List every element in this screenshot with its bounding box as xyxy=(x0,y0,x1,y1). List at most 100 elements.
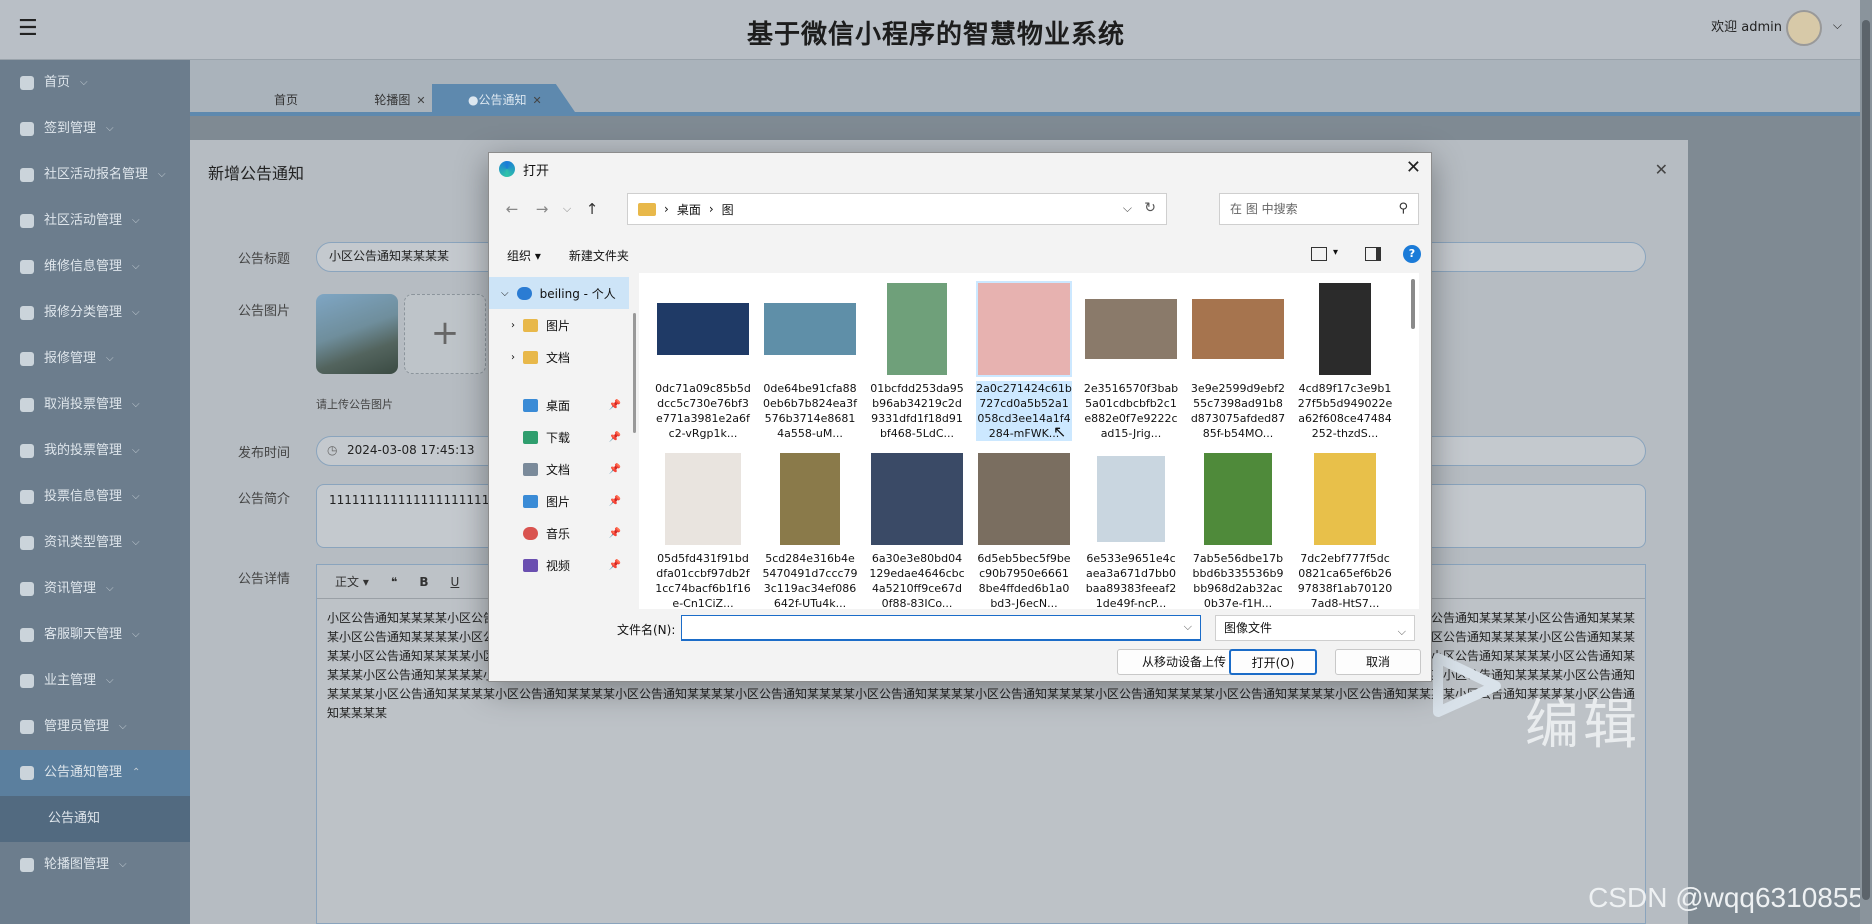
add-image-button[interactable]: + xyxy=(404,294,486,374)
menu-icon xyxy=(20,766,34,780)
sidebar-item-activity-signup[interactable]: 社区活动报名管理 ⌵ xyxy=(0,152,190,198)
pin-icon[interactable]: 📌 xyxy=(609,464,621,475)
file-name-input[interactable]: ⌵ xyxy=(681,615,1201,641)
pin-icon[interactable]: 📌 xyxy=(609,560,621,571)
back-arrow-icon[interactable]: ← xyxy=(497,200,527,218)
sidebar-item-notice[interactable]: 公告通知 xyxy=(0,796,190,842)
chevron-down-icon[interactable]: ⌵ xyxy=(1123,201,1132,216)
avatar[interactable] xyxy=(1786,10,1822,46)
chevron-down-icon: ⌵ xyxy=(119,721,127,732)
view-mode-icon[interactable] xyxy=(1311,247,1327,261)
cancel-button[interactable]: 取消 xyxy=(1335,649,1421,675)
tree-label: 图片 xyxy=(546,318,571,333)
thumbnail-image-box xyxy=(976,451,1072,547)
file-thumbnail[interactable]: 6e533e9651e4caea3a671d7bb0baa89383feeaf2… xyxy=(1083,451,1179,609)
file-thumbnail[interactable]: 2e3516570f3bab5a01cdbcbfb2c1e882e0f7e922… xyxy=(1083,281,1179,441)
uploaded-image[interactable] xyxy=(316,294,398,374)
tab-carousel[interactable]: 轮播图 ✕ xyxy=(360,84,440,116)
breadcrumb-desktop[interactable]: 桌面 xyxy=(677,201,701,218)
search-input[interactable]: 在 图 中搜索 ⚲ xyxy=(1219,193,1419,225)
breadcrumb-folder[interactable]: 图 xyxy=(722,201,734,218)
tab-notice[interactable]: ●公告通知 ✕ xyxy=(432,84,578,116)
dialog-title: 新增公告通知 xyxy=(208,164,305,183)
underline-button[interactable]: U xyxy=(450,575,459,589)
file-thumbnail[interactable]: 7dc2ebf777f5dc0821ca65ef6b2697838f1ab701… xyxy=(1297,451,1393,609)
file-thumbnail[interactable]: 2a0c271424c61b727cd0a5b52a1058cd3ee14a1f… xyxy=(976,281,1072,441)
preview-pane-icon[interactable] xyxy=(1365,247,1381,261)
tab-home[interactable]: 首页 xyxy=(266,84,306,116)
file-thumbnail[interactable]: 6d5eb5bec5f9bec90b7950e66618be4ffded6b1a… xyxy=(976,451,1072,609)
sidebar-item-admin[interactable]: 管理员管理 ⌵ xyxy=(0,704,190,750)
sidebar-item-cancel-vote[interactable]: 取消投票管理 ⌵ xyxy=(0,382,190,428)
sidebar-item-news[interactable]: 资讯管理 ⌵ xyxy=(0,566,190,612)
tree-item-videos[interactable]: 视频 📌 xyxy=(489,549,629,581)
sidebar-item-checkin[interactable]: 签到管理 ⌵ xyxy=(0,106,190,152)
tree-item-documents-cloud[interactable]: › 文档 xyxy=(489,341,629,373)
thumbnail-image-box xyxy=(869,451,965,547)
pin-icon[interactable]: 📌 xyxy=(609,528,621,539)
tree-item-music[interactable]: 音乐 📌 xyxy=(489,517,629,549)
chevron-down-icon[interactable]: ⌵ xyxy=(1184,620,1192,634)
file-thumbnail[interactable]: 4cd89f17c3e9b127f5b5d949022ea62f608ce474… xyxy=(1297,281,1393,441)
file-thumbnail[interactable]: 0de64be91cfa880eb6b7b824ea3f576b3714e868… xyxy=(762,281,858,441)
chevron-down-icon: ⌵ xyxy=(132,307,140,318)
sidebar-item-home[interactable]: 首页 ⌵ xyxy=(0,60,190,106)
close-icon[interactable]: ✕ xyxy=(416,94,425,107)
sidebar-item-news-type[interactable]: 资讯类型管理 ⌵ xyxy=(0,520,190,566)
sidebar-item-repair[interactable]: 报修管理 ⌵ xyxy=(0,336,190,382)
search-icon[interactable]: ⚲ xyxy=(1398,194,1408,224)
tree-item-documents[interactable]: 文档 📌 xyxy=(489,453,629,485)
chevron-down-icon[interactable]: ⌵ xyxy=(1833,18,1842,33)
sidebar-item-my-vote[interactable]: 我的投票管理 ⌵ xyxy=(0,428,190,474)
sidebar-item-activity[interactable]: 社区活动管理 ⌵ xyxy=(0,198,190,244)
address-bar[interactable]: › 桌面 › 图 ⌵ ↻ xyxy=(627,193,1167,225)
help-icon[interactable]: ? xyxy=(1403,245,1421,263)
close-icon[interactable]: ✕ xyxy=(1406,157,1421,178)
tree-item-downloads[interactable]: 下载 📌 xyxy=(489,421,629,453)
scrollbar-thumb[interactable] xyxy=(632,313,636,433)
pin-icon[interactable]: 📌 xyxy=(609,400,621,411)
file-thumbnail[interactable]: 3e9e2599d9ebf255c7398ad91b8d873075afded8… xyxy=(1190,281,1286,441)
format-select[interactable]: 正文 ▾ xyxy=(335,573,369,590)
new-folder-button[interactable]: 新建文件夹 xyxy=(569,247,629,264)
pin-icon[interactable]: 📌 xyxy=(609,432,621,443)
sidebar-item-repair-category[interactable]: 报修分类管理 ⌵ xyxy=(0,290,190,336)
pin-icon[interactable]: 📌 xyxy=(609,496,621,507)
sidebar-item-carousel[interactable]: 轮播图管理 ⌵ xyxy=(0,842,190,888)
file-name: 6d5eb5bec5f9bec90b7950e66618be4ffded6b1a… xyxy=(977,552,1071,609)
tree-item-desktop[interactable]: 桌面 📌 xyxy=(489,389,629,421)
file-thumbnail[interactable]: 7ab5e56dbe17bbbd6b335536b9bb968d2ab32ac0… xyxy=(1190,451,1286,609)
quote-button[interactable]: ❝ xyxy=(391,575,397,589)
sidebar-item-notice-manage[interactable]: 公告通知管理 ⌃ xyxy=(0,750,190,796)
tree-item-pictures[interactable]: 图片 📌 xyxy=(489,485,629,517)
page-scrollbar[interactable] xyxy=(1860,0,1872,924)
file-thumbnail[interactable]: 6a30e3e80bd04129edae4646cbc4a5210ff9ce67… xyxy=(869,451,965,609)
file-type-select[interactable]: 图像文件 ⌵ xyxy=(1215,615,1415,641)
app-title: 基于微信小程序的智慧物业系统 xyxy=(746,20,1125,50)
up-arrow-icon[interactable]: ↑ xyxy=(577,200,607,218)
close-icon[interactable]: ✕ xyxy=(532,94,541,107)
bold-button[interactable]: B xyxy=(419,575,428,589)
sidebar-item-repair-info[interactable]: 维修信息管理 ⌵ xyxy=(0,244,190,290)
navigation-bar: ← → ⌵ ↑ › 桌面 › 图 ⌵ ↻ 在 图 中搜索 ⚲ xyxy=(489,185,1433,233)
refresh-icon[interactable]: ↻ xyxy=(1144,200,1156,216)
open-button[interactable]: 打开(O) xyxy=(1229,649,1317,675)
tree-scrollbar[interactable] xyxy=(631,273,637,603)
sidebar-item-owner[interactable]: 业主管理 ⌵ xyxy=(0,658,190,704)
chevron-down-icon[interactable]: ▾ xyxy=(1333,247,1338,258)
scrollbar-thumb[interactable] xyxy=(1862,20,1870,900)
sidebar-item-vote-info[interactable]: 投票信息管理 ⌵ xyxy=(0,474,190,520)
file-thumbnail[interactable]: 0dc71a09c85b5ddcc5c730e76bf3e771a3981e2a… xyxy=(655,281,751,441)
tree-item-pictures-cloud[interactable]: › 图片 xyxy=(489,309,629,341)
file-thumbnail[interactable]: 01bcfdd253da95b96ab34219c2d9331dfd1f18d9… xyxy=(869,281,965,441)
sidebar-item-chat[interactable]: 客服聊天管理 ⌵ xyxy=(0,612,190,658)
grid-scrollbar[interactable] xyxy=(1411,279,1415,329)
organize-button[interactable]: 组织 ▾ xyxy=(507,247,541,264)
tree-item-onedrive[interactable]: ⌵ beiling - 个人 xyxy=(489,277,629,309)
file-thumbnail[interactable]: 5cd284e316b4e5470491d7ccc793c119ac34ef08… xyxy=(762,451,858,609)
chevron-down-icon: ⌵ xyxy=(132,537,140,548)
forward-arrow-icon[interactable]: → xyxy=(527,200,557,218)
recent-dropdown-icon[interactable]: ⌵ xyxy=(557,202,577,216)
file-thumbnail[interactable]: 05d5fd431f91bddfa01ccbf97db2f1cc74bacf6b… xyxy=(655,451,751,609)
close-icon[interactable]: ✕ xyxy=(1655,160,1668,179)
